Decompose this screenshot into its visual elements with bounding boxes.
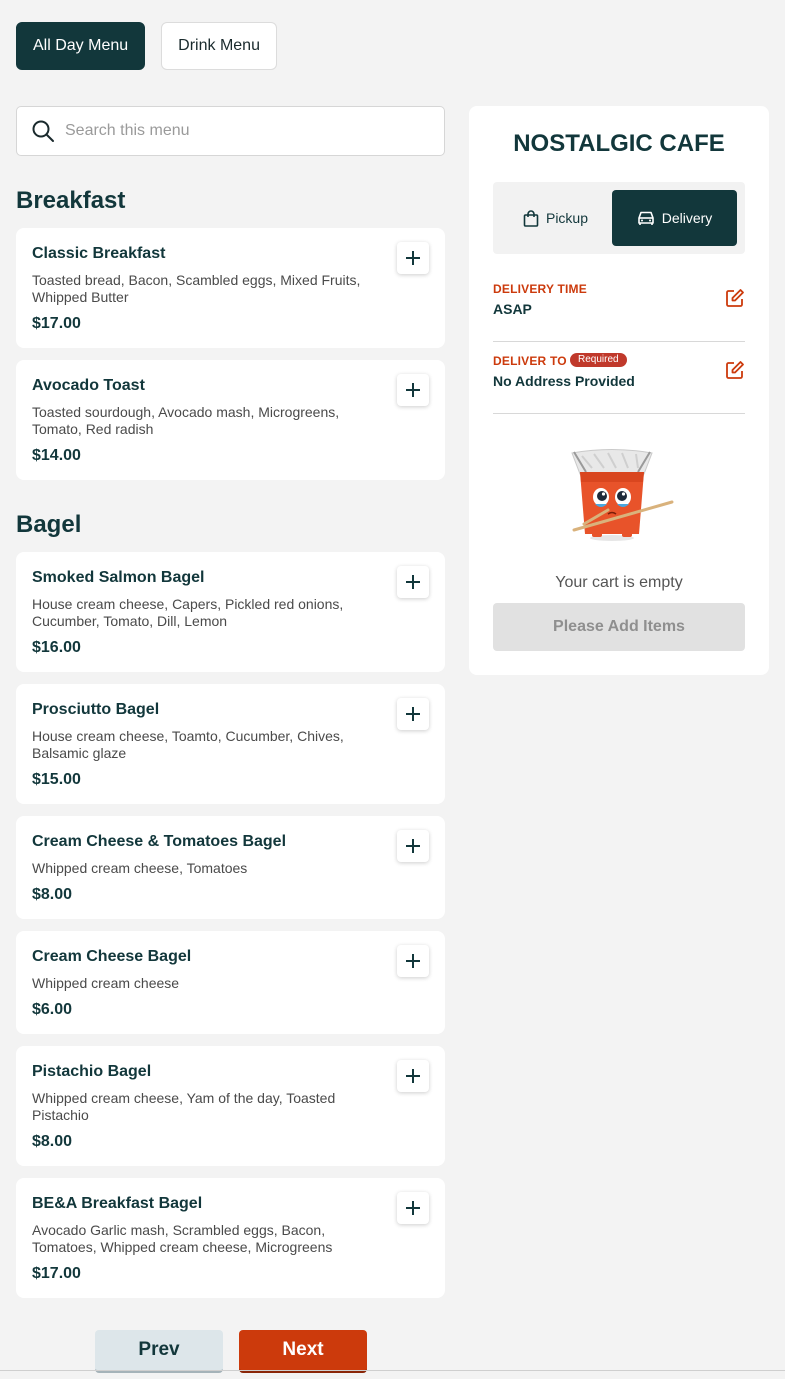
bottom-divider	[0, 1370, 785, 1371]
item-description: Avocado Garlic mash, Scrambled eggs, Bac…	[32, 1222, 333, 1255]
delivery-button[interactable]: Delivery	[612, 190, 737, 246]
menu-item-card[interactable]: Cream Cheese & Tomatoes Bagel Whipped cr…	[16, 816, 445, 919]
item-description: House cream cheese, Toamto, Cucumber, Ch…	[32, 728, 344, 761]
item-price: $14.00	[32, 447, 81, 464]
item-name: Cream Cheese Bagel	[32, 948, 192, 965]
cart-panel: NOSTALGIC CAFE Pickup Delivery DELIVERY …	[469, 106, 769, 675]
tab-all-day-menu[interactable]: All Day Menu	[16, 22, 146, 70]
item-price: $16.00	[32, 639, 81, 656]
add-item-button[interactable]	[397, 374, 429, 406]
shopping-bag-icon	[523, 209, 539, 227]
add-item-button[interactable]	[397, 242, 429, 274]
item-name: Cream Cheese & Tomatoes Bagel	[32, 833, 287, 850]
plus-icon	[406, 251, 420, 265]
menu-item-card[interactable]: Smoked Salmon Bagel House cream cheese, …	[16, 552, 445, 672]
deliver-to-label: DELIVER TO	[493, 354, 567, 368]
menu-item-card[interactable]: Classic Breakfast Toasted bread, Bacon, …	[16, 228, 445, 348]
item-price: $15.00	[32, 771, 81, 788]
order-mode-toggle: Pickup Delivery	[493, 182, 745, 254]
menu-item-card[interactable]: BE&A Breakfast Bagel Avocado Garlic mash…	[16, 1178, 445, 1298]
delivery-time-row: DELIVERY TIME ASAP	[493, 270, 745, 342]
plus-icon	[406, 1069, 420, 1083]
search-icon	[32, 120, 54, 142]
edit-icon[interactable]	[725, 360, 745, 380]
plus-icon	[406, 1201, 420, 1215]
plus-icon	[406, 707, 420, 721]
item-name: Classic Breakfast	[32, 245, 166, 262]
item-description: Whipped cream cheese	[32, 975, 180, 991]
add-item-button[interactable]	[397, 945, 429, 977]
plus-icon	[406, 575, 420, 589]
car-icon	[637, 211, 654, 225]
pickup-button[interactable]: Pickup	[493, 190, 618, 246]
plus-icon	[406, 839, 420, 853]
item-name: Pistachio Bagel	[32, 1063, 152, 1080]
item-description: Toasted sourdough, Avocado mash, Microgr…	[32, 404, 340, 437]
menu-item-card[interactable]: Avocado Toast Toasted sourdough, Avocado…	[16, 360, 445, 480]
add-items-button[interactable]: Please Add Items	[493, 603, 745, 651]
menu-item-card[interactable]: Pistachio Bagel Whipped cream cheese, Ya…	[16, 1046, 445, 1166]
item-name: Smoked Salmon Bagel	[32, 569, 205, 586]
item-description: House cream cheese, Capers, Pickled red …	[32, 596, 344, 629]
item-price: $8.00	[32, 1133, 73, 1150]
item-price: $17.00	[32, 1265, 81, 1282]
add-item-button[interactable]	[397, 698, 429, 730]
pickup-label: Pickup	[545, 210, 589, 226]
delivery-time-label: DELIVERY TIME	[493, 282, 587, 296]
plus-icon	[406, 383, 420, 397]
search-input[interactable]	[65, 122, 405, 140]
restaurant-name: NOSTALGIC CAFE	[513, 130, 725, 157]
item-name: Prosciutto Bagel	[32, 701, 160, 718]
delivery-time-value: ASAP	[493, 301, 532, 317]
item-name: Avocado Toast	[32, 377, 145, 394]
noodle-box-mascot-illustration	[571, 449, 674, 541]
item-price: $6.00	[32, 1001, 73, 1018]
plus-icon	[406, 954, 420, 968]
delivery-label: Delivery	[661, 210, 713, 226]
add-item-button[interactable]	[397, 1060, 429, 1092]
prev-button[interactable]: Prev	[95, 1330, 223, 1373]
item-name: BE&A Breakfast Bagel	[32, 1195, 203, 1212]
item-description: Toasted bread, Bacon, Scambled eggs, Mix…	[32, 272, 361, 305]
add-item-button[interactable]	[397, 566, 429, 598]
menu-tabs: All Day Menu Drink Menu	[16, 22, 277, 70]
tab-drink-menu[interactable]: Drink Menu	[161, 22, 277, 70]
menu-item-card[interactable]: Cream Cheese Bagel Whipped cream cheese …	[16, 931, 445, 1034]
item-price: $8.00	[32, 886, 73, 903]
cart-empty-message: Your cart is empty	[555, 574, 683, 591]
next-button[interactable]: Next	[239, 1330, 367, 1373]
deliver-to-row: DELIVER TO Required No Address Provided	[493, 342, 745, 414]
add-item-button[interactable]	[397, 830, 429, 862]
section-title-bagel: Bagel	[16, 511, 82, 538]
item-description: Whipped cream cheese, Tomatoes	[32, 860, 248, 876]
item-description: Whipped cream cheese, Yam of the day, To…	[32, 1090, 336, 1123]
deliver-to-value: No Address Provided	[493, 373, 635, 389]
section-title-breakfast: Breakfast	[16, 187, 126, 214]
edit-icon[interactable]	[725, 288, 745, 308]
item-price: $17.00	[32, 315, 81, 332]
menu-item-card[interactable]: Prosciutto Bagel House cream cheese, Toa…	[16, 684, 445, 804]
required-badge: Required	[570, 353, 627, 367]
search-box[interactable]	[16, 106, 445, 156]
add-item-button[interactable]	[397, 1192, 429, 1224]
